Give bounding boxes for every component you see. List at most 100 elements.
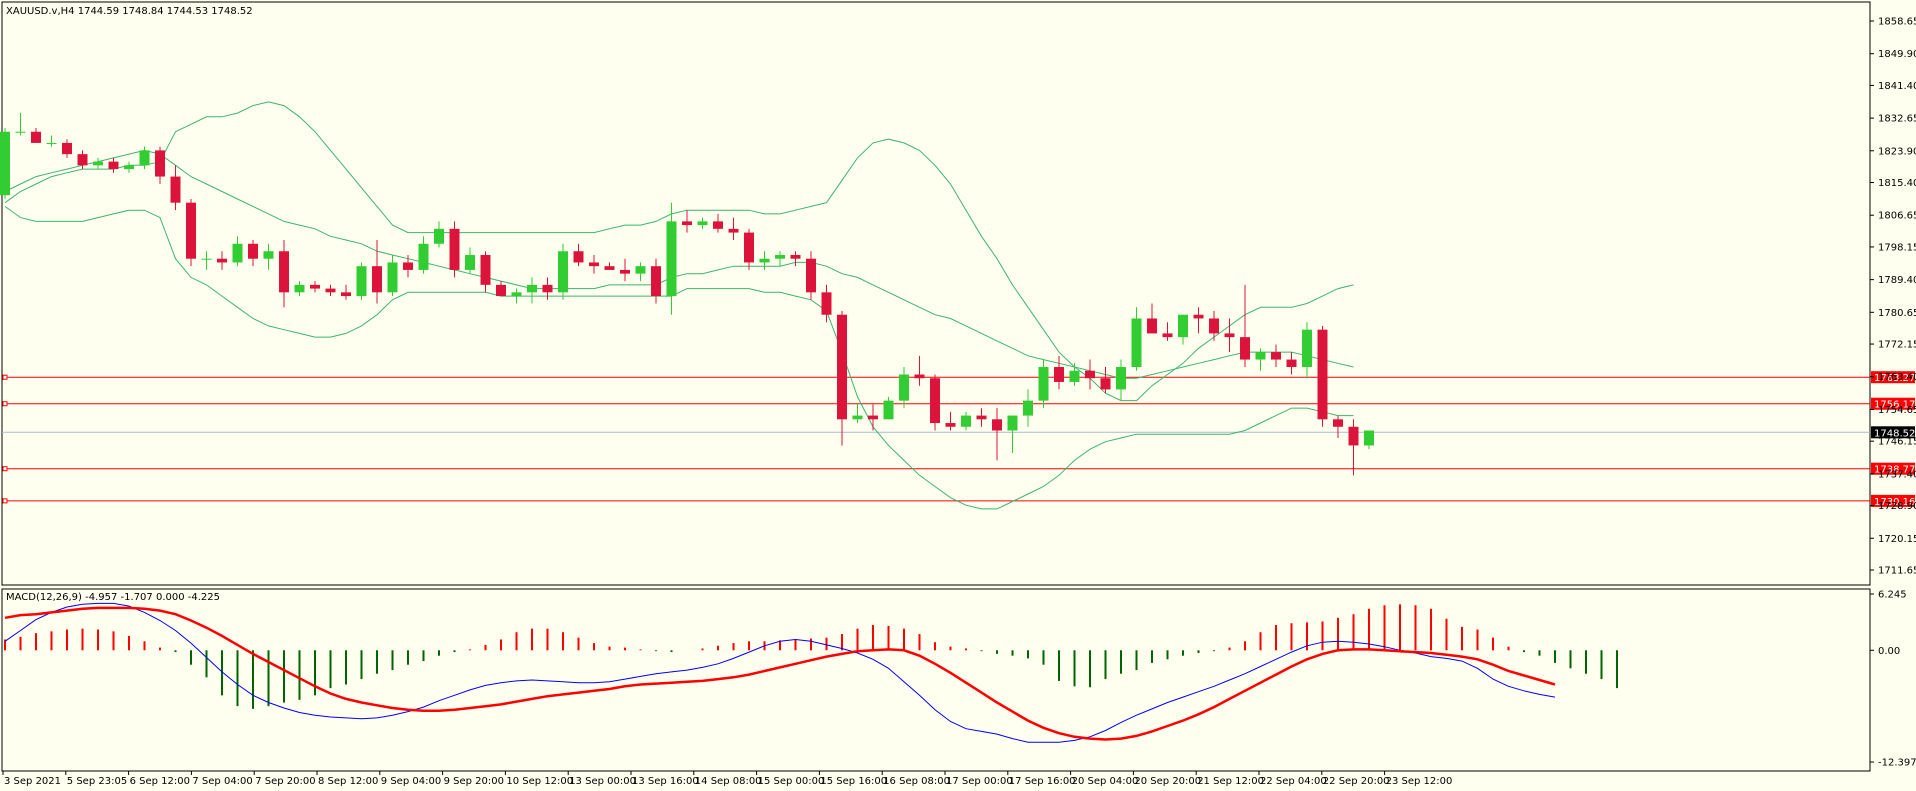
candle-bear — [1100, 378, 1111, 390]
price-axis-label: 1772.15 — [1878, 340, 1916, 351]
candle-bull — [434, 228, 444, 244]
candle-bull — [511, 292, 522, 297]
candle-bear — [914, 374, 925, 379]
candle-bull — [0, 131, 10, 196]
candle-bear — [728, 228, 739, 233]
chart-root: 1763.27 1756.17 1738.77 1730.16 1858.65 1849.… — [0, 0, 1916, 791]
candle-bull — [558, 251, 568, 293]
candle-bull — [356, 266, 367, 297]
time-axis-label: 21 Sep 12:00 — [1197, 776, 1264, 787]
chart-header: XAUUSD.v,H4 1744.59 1748.84 1744.53 1748… — [6, 6, 253, 17]
price-axis-label: 1728.90 — [1878, 501, 1916, 512]
candle-bear — [945, 423, 956, 427]
candle-bear — [976, 415, 987, 420]
candle-bear — [186, 202, 196, 259]
candle-bear — [325, 288, 336, 293]
candle-bear — [744, 232, 754, 263]
time-axis-label: 20 Sep 04:00 — [1072, 776, 1139, 787]
candle-bear — [217, 258, 227, 263]
time-axis-label: 22 Sep 04:00 — [1260, 776, 1327, 787]
candle-bear — [837, 314, 847, 420]
macd-pane-frame — [1, 588, 1871, 772]
xauusd-h4-chart[interactable]: 1763.271756.171738.771730.161858.651849.… — [0, 0, 1916, 791]
candle-bear — [1333, 419, 1343, 427]
candle-bear — [1286, 359, 1297, 368]
candle-bear — [170, 176, 181, 203]
candle-bear — [542, 284, 553, 293]
level-line-handle[interactable] — [2, 374, 8, 380]
candle-bear — [651, 266, 661, 297]
candle-bull — [387, 262, 398, 293]
price-axis-label: 1858.65 — [1878, 17, 1916, 28]
level-line-handle[interactable] — [2, 498, 8, 504]
level-line-handle[interactable] — [2, 401, 8, 407]
candle-bull — [899, 374, 909, 401]
macd-header: MACD(12,26,9) -4.957 -1.707 0.000 -4.225 — [6, 592, 220, 603]
candle-bear — [155, 150, 165, 177]
time-axis-label: 15 Sep 16:00 — [820, 776, 887, 787]
time-axis-label: 15 Sep 00:00 — [758, 776, 825, 787]
candle-bull — [1302, 329, 1312, 368]
level-line-handle[interactable] — [2, 466, 8, 472]
candle-bear — [604, 266, 615, 270]
time-axis-label: 7 Sep 20:00 — [255, 776, 315, 787]
candle-bear — [279, 251, 289, 293]
candle-bull — [139, 150, 150, 166]
candle-bull — [46, 142, 57, 144]
price-axis-label: 1789.40 — [1878, 275, 1916, 286]
candle-bull — [961, 415, 971, 427]
price-axis-label: 1841.40 — [1878, 81, 1916, 92]
current-price-label: 1748.52 — [1874, 428, 1915, 439]
candle-bear — [868, 415, 878, 420]
candle-bull — [1255, 352, 1266, 360]
time-axis-label: 20 Sep 20:00 — [1134, 776, 1201, 787]
candle-bear — [480, 254, 491, 285]
candle-bear — [573, 251, 584, 263]
candle-bull — [1178, 314, 1188, 338]
price-axis-label: 1720.15 — [1878, 534, 1916, 545]
candle-bull — [1131, 318, 1142, 368]
candle-bear — [930, 378, 940, 424]
candle-bear — [1271, 352, 1281, 360]
candle-bear — [790, 254, 801, 259]
candle-bear — [1162, 333, 1173, 338]
time-axis-label: 17 Sep 16:00 — [1009, 776, 1076, 787]
time-axis-label: 22 Sep 20:00 — [1323, 776, 1390, 787]
price-axis-label: 1806.65 — [1878, 211, 1916, 222]
candle-bull — [124, 165, 134, 170]
candle-bear — [403, 262, 413, 270]
candle-bull — [852, 415, 863, 420]
candle-bear — [1054, 367, 1064, 382]
candle-bull — [883, 400, 894, 420]
candle-bear — [1085, 370, 1095, 379]
candle-bull — [775, 254, 785, 259]
candle-bear — [310, 284, 320, 289]
candle-bear — [449, 228, 460, 270]
time-axis-label: 23 Sep 12:00 — [1386, 776, 1453, 787]
price-axis-label: 1832.65 — [1878, 114, 1916, 125]
candle-bear — [496, 284, 506, 297]
candle-bear — [341, 292, 351, 297]
candle-bear — [372, 266, 382, 293]
candle-bear — [620, 269, 630, 274]
candle-bear — [108, 161, 119, 170]
time-axis-label: 14 Sep 08:00 — [695, 776, 762, 787]
macd-axis-label: 0.00 — [1878, 646, 1900, 657]
time-axis-label: 5 Sep 23:05 — [67, 776, 127, 787]
time-axis-label: 16 Sep 08:00 — [883, 776, 950, 787]
candle-bear — [1193, 314, 1204, 319]
candle-bear — [31, 131, 41, 143]
price-axis-label: 1780.65 — [1878, 308, 1916, 319]
macd-axis-label: -12.397 — [1878, 758, 1916, 769]
candle-bull — [418, 243, 429, 270]
price-axis-label: 1763.40 — [1878, 372, 1916, 383]
candle-bull — [527, 284, 537, 293]
price-axis-label: 1754.65 — [1878, 405, 1916, 416]
time-axis-label: 6 Sep 12:00 — [130, 776, 190, 787]
candle-bull — [294, 284, 305, 293]
bollinger-lower-band — [4, 205, 1354, 510]
candle-bull — [1116, 367, 1126, 390]
candle-bull — [15, 131, 26, 133]
candle-bull — [201, 258, 212, 260]
candle-bull — [1038, 367, 1049, 401]
